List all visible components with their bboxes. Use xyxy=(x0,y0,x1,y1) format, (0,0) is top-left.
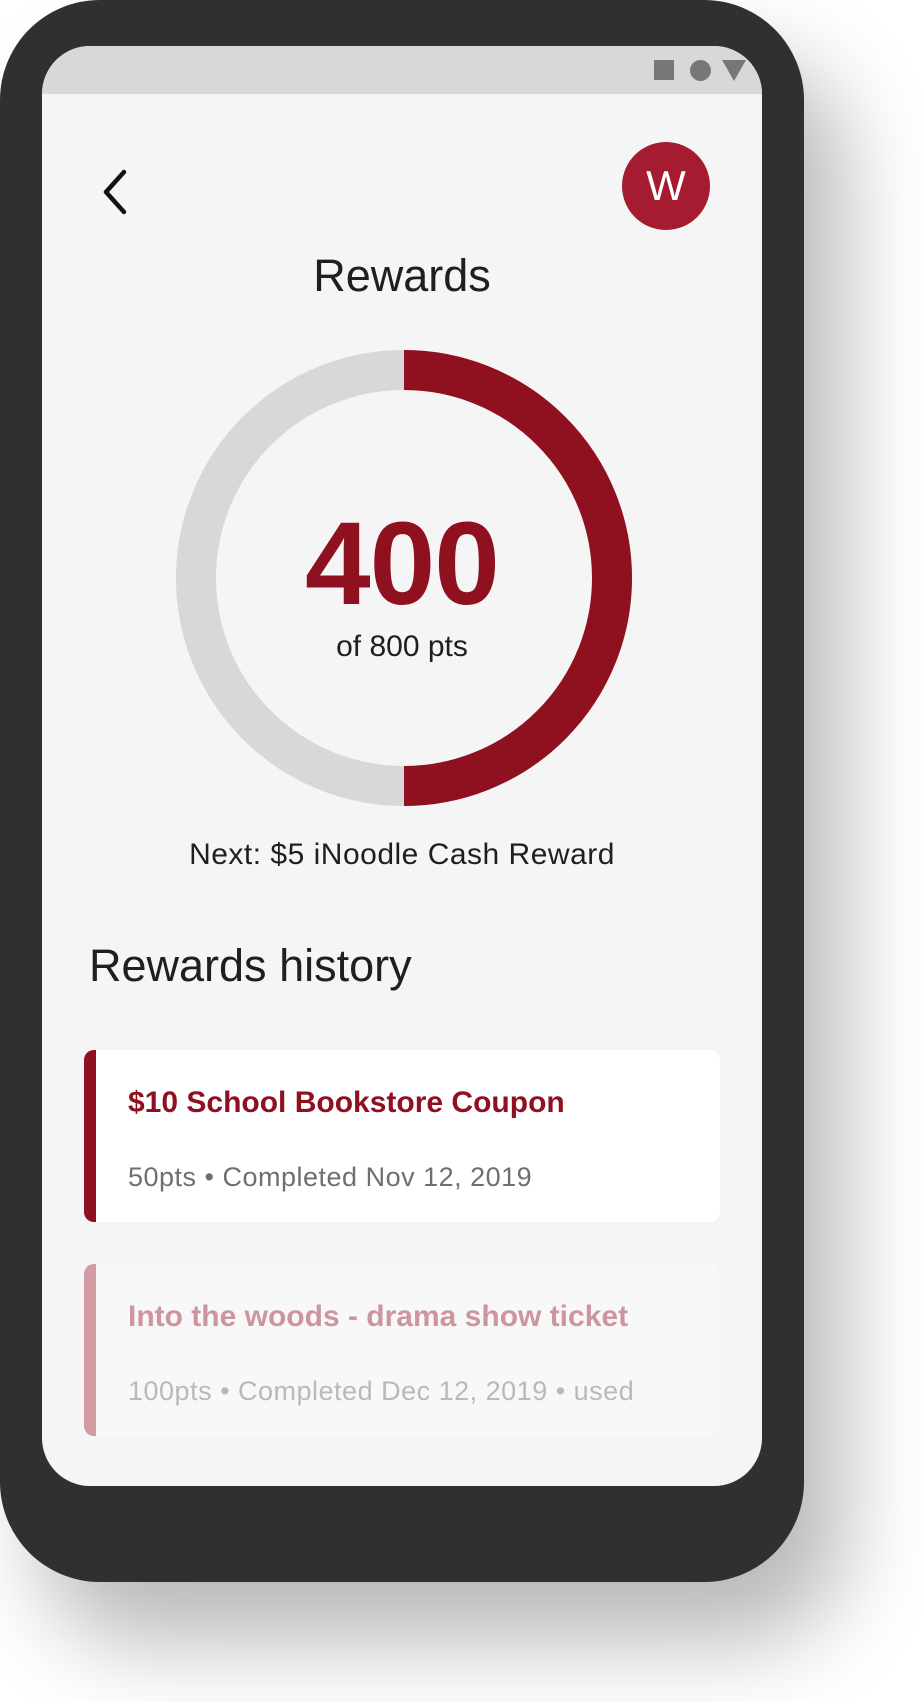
square-icon xyxy=(654,60,674,80)
reward-title: $10 School Bookstore Coupon xyxy=(128,1086,565,1119)
history-card[interactable]: $10 School Bookstore Coupon 50pts • Comp… xyxy=(84,1050,720,1222)
card-accent-bar xyxy=(84,1050,96,1222)
next-reward-label: Next: $5 iNoodle Cash Reward xyxy=(189,838,615,871)
triangle-icon xyxy=(722,60,746,81)
reward-meta: 50pts • Completed Nov 12, 2019 xyxy=(128,1162,533,1192)
card-accent-bar xyxy=(84,1264,96,1436)
history-card-used[interactable]: Into the woods - drama show ticket 100pt… xyxy=(84,1264,720,1436)
points-total: of 800 pts xyxy=(336,630,468,663)
app-screen: W Rewards 400 of 800 pts Next: $5 iNoodl… xyxy=(42,46,762,1486)
chevron-left-icon xyxy=(103,169,127,215)
stage: W Rewards 400 of 800 pts Next: $5 iNoodl… xyxy=(0,0,924,1702)
avatar[interactable]: W xyxy=(622,142,710,230)
page-title: Rewards xyxy=(313,250,491,301)
back-button[interactable] xyxy=(88,162,148,222)
points-value: 400 xyxy=(305,498,500,630)
reward-title: Into the woods - drama show ticket xyxy=(128,1300,629,1333)
phone-frame: W Rewards 400 of 800 pts Next: $5 iNoodl… xyxy=(0,0,804,1582)
circle-icon xyxy=(690,60,711,81)
reward-meta: 100pts • Completed Dec 12, 2019 • used xyxy=(128,1376,635,1406)
rewards-history-heading: Rewards history xyxy=(89,940,412,991)
system-status-bar xyxy=(42,46,762,94)
